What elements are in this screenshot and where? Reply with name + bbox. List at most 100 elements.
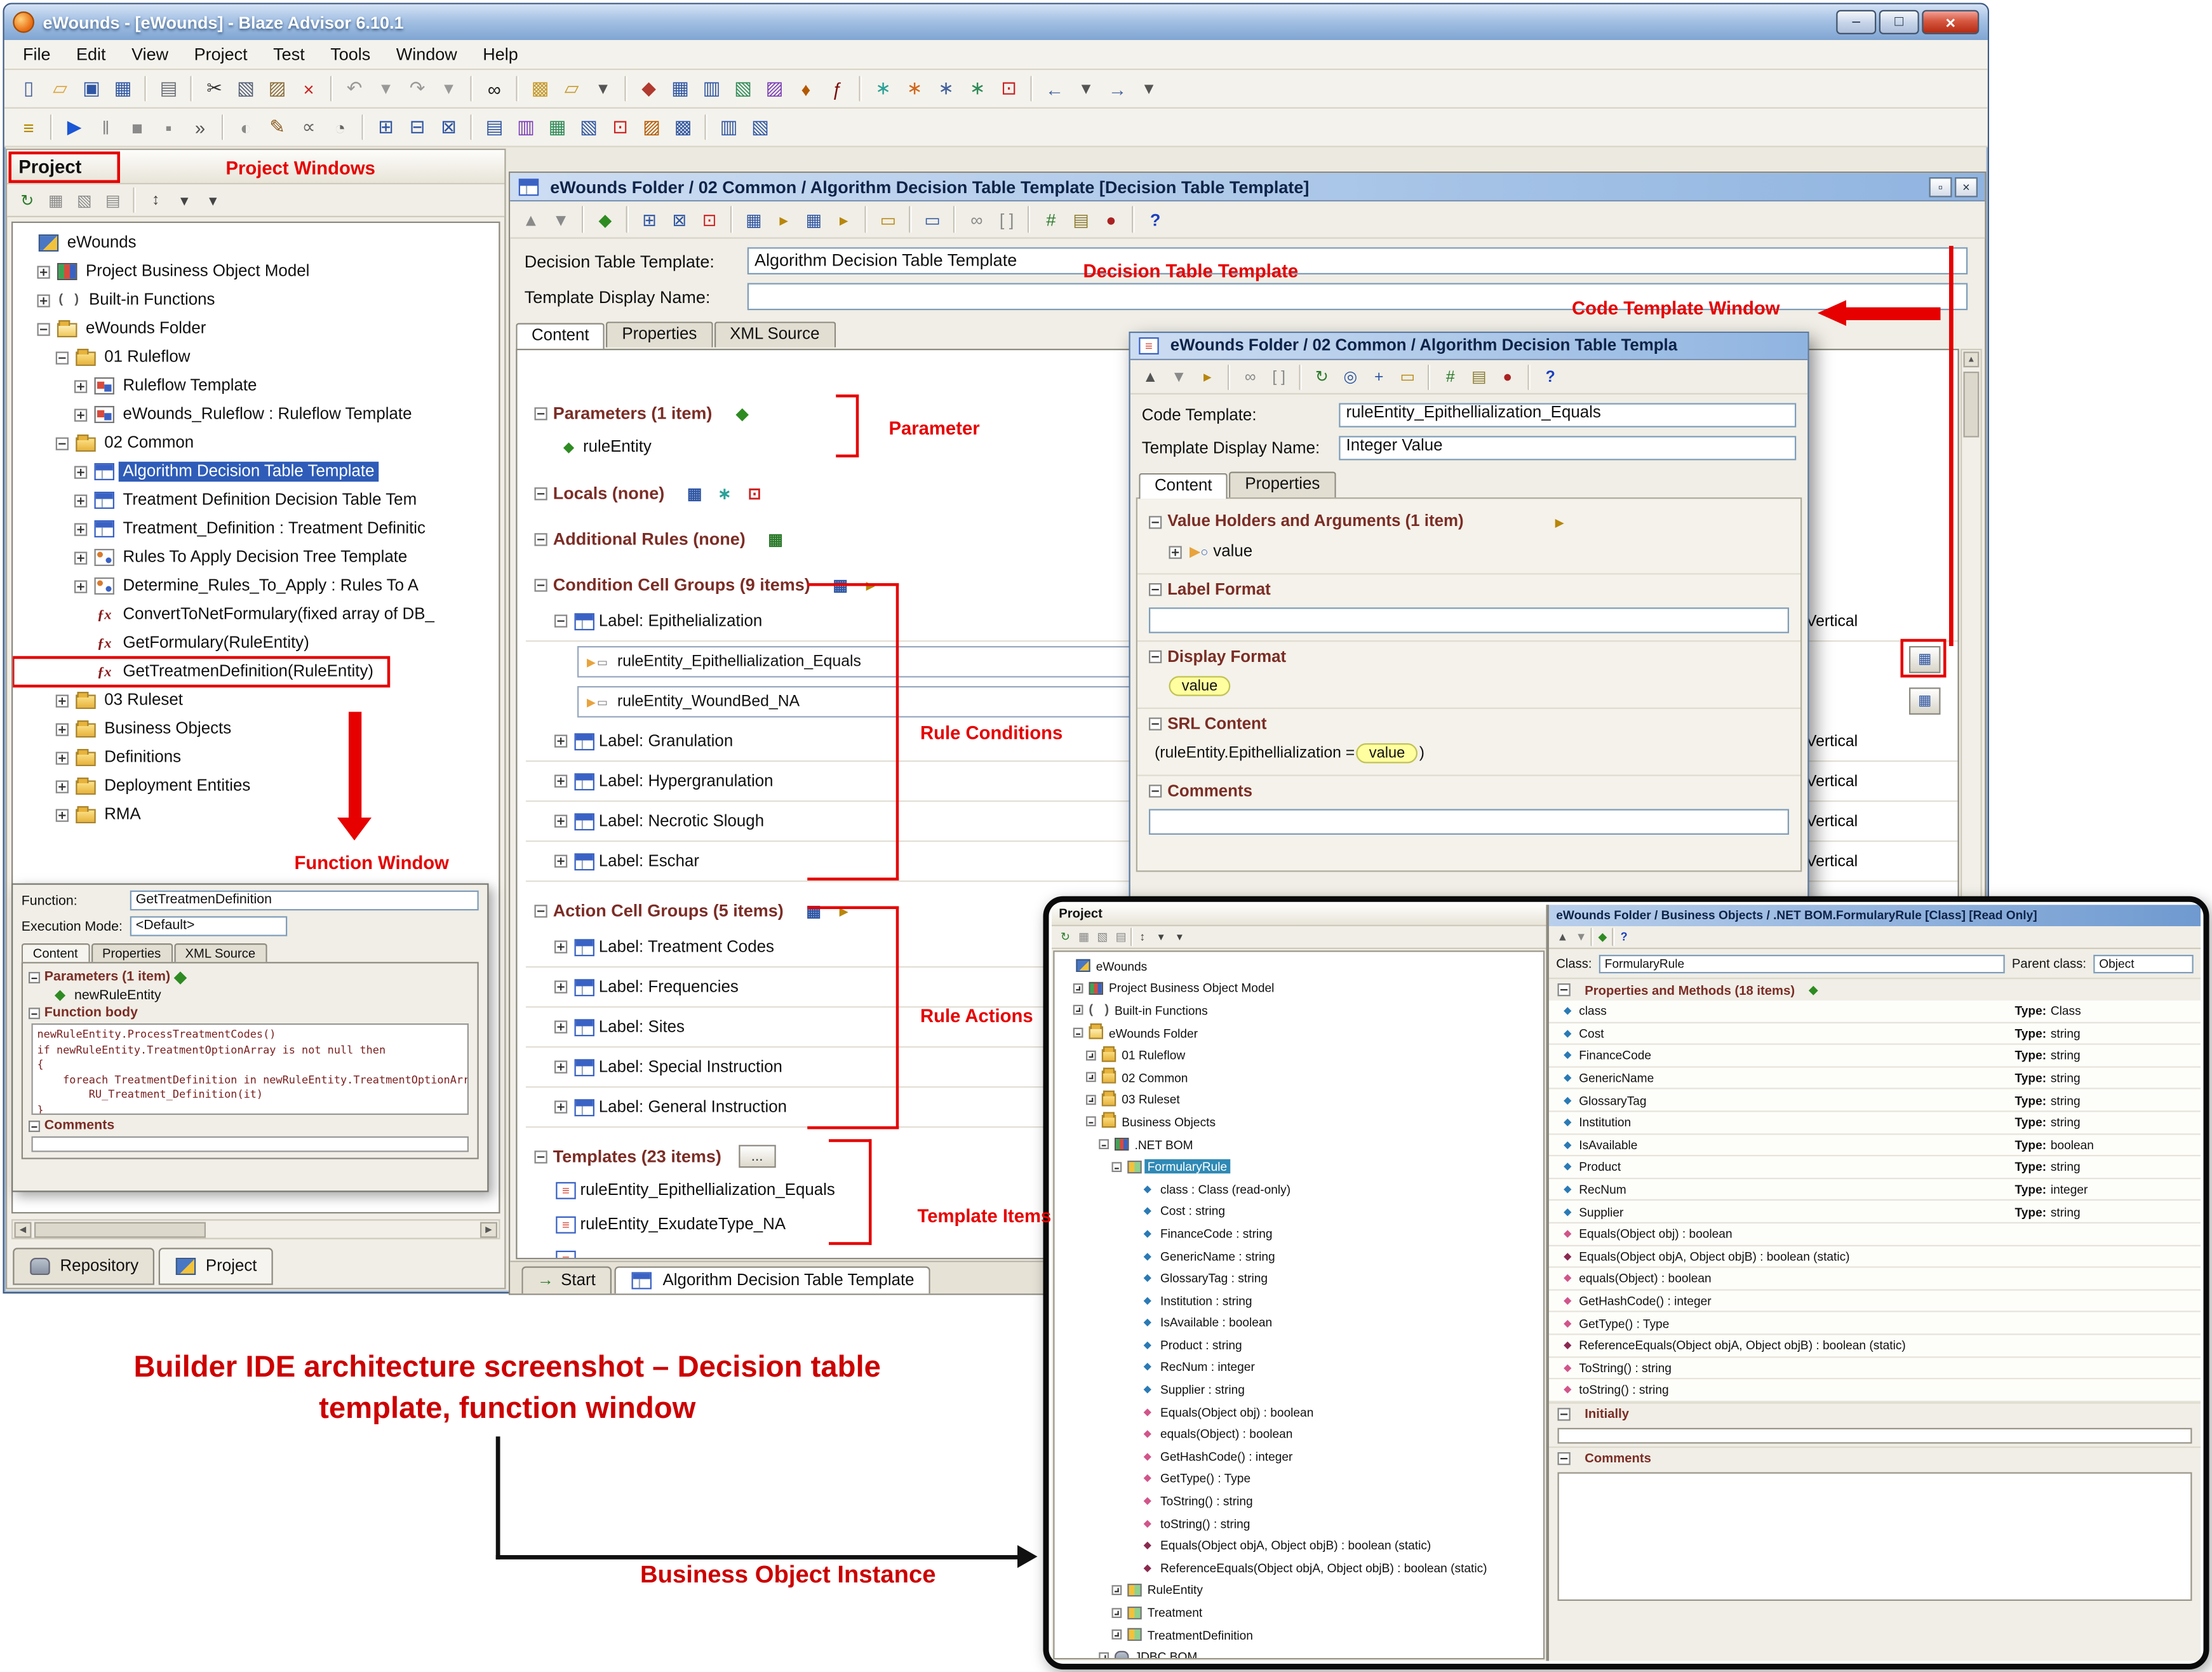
decision-table-doc-tab[interactable]: Algorithm Decision Table Template bbox=[614, 1266, 930, 1294]
tree-item[interactable]: FormularyRule bbox=[1055, 1156, 1239, 1178]
tree-toggle-icon[interactable] bbox=[1099, 1652, 1109, 1658]
add-property-icon[interactable] bbox=[1804, 981, 1824, 999]
tree-item[interactable]: eWounds bbox=[1055, 955, 1159, 977]
dice-icon[interactable] bbox=[744, 485, 765, 502]
document-tab[interactable]: Properties bbox=[606, 321, 713, 347]
function-tab[interactable]: XML Source bbox=[173, 943, 267, 962]
new-project-button[interactable]: ▯ bbox=[15, 74, 43, 103]
bind-button[interactable]: ∝ bbox=[295, 113, 323, 142]
tree-item[interactable]: 03 Ruleset bbox=[13, 686, 198, 715]
link-button[interactable]: ◆ bbox=[634, 74, 663, 103]
move-up-button[interactable]: ▲ bbox=[1137, 364, 1163, 390]
tree-toggle-icon[interactable] bbox=[55, 779, 69, 793]
sort-menu-button[interactable]: ▾ bbox=[171, 187, 198, 213]
parent-class-input[interactable]: Object bbox=[2093, 954, 2194, 973]
deploy-button[interactable]: ≡ bbox=[15, 113, 43, 142]
function-tab[interactable]: Content bbox=[21, 943, 90, 962]
tree-toggle-icon[interactable] bbox=[1111, 1161, 1122, 1172]
notes-button[interactable]: ▤ bbox=[1466, 364, 1492, 390]
sort-button[interactable]: ↕ bbox=[1133, 927, 1151, 946]
collapse-toggle-icon[interactable] bbox=[1149, 515, 1162, 529]
property-row[interactable]: Product Type:string bbox=[1549, 1156, 2201, 1179]
help-button[interactable]: ? bbox=[1142, 206, 1169, 233]
scroll-right-icon[interactable]: ▶ bbox=[480, 1221, 497, 1237]
tree-item[interactable]: .NET BOM bbox=[1055, 1133, 1205, 1156]
minimize-button[interactable] bbox=[1836, 10, 1877, 34]
tree-item[interactable]: ToString() : string bbox=[1055, 1490, 1264, 1512]
property-row[interactable]: equals(Object) : boolean bbox=[1549, 1268, 2201, 1291]
pattern-orange-button[interactable]: ∗ bbox=[901, 74, 929, 103]
open-button[interactable]: ▱ bbox=[46, 74, 74, 103]
window-grid-button[interactable]: ⊟ bbox=[403, 113, 432, 142]
insert-condition-button[interactable]: ▦ bbox=[741, 206, 768, 233]
tree-item[interactable]: 01 Ruleflow bbox=[13, 343, 206, 372]
function-name-input[interactable]: GetTreatmenDefinition bbox=[130, 890, 479, 911]
open-ref-button[interactable]: ▸ bbox=[1195, 364, 1221, 390]
record-button[interactable]: ● bbox=[1097, 206, 1125, 233]
comments-section[interactable]: Comments bbox=[1549, 1446, 2201, 1469]
tree-item[interactable]: Equals(Object obj) : boolean bbox=[1055, 1401, 1325, 1423]
insert-action-menu-button[interactable]: ▸ bbox=[830, 206, 857, 233]
tree-item[interactable]: Definitions bbox=[13, 743, 197, 772]
template-button[interactable]: ▨ bbox=[760, 74, 789, 103]
menu-item[interactable]: Test bbox=[260, 41, 318, 67]
properties-methods-section[interactable]: Properties and Methods (18 items) bbox=[1549, 978, 2201, 1001]
collapse-toggle-icon[interactable] bbox=[1149, 650, 1162, 663]
tree-item[interactable]: 03 Ruleset bbox=[1055, 1089, 1191, 1111]
tree-toggle-icon[interactable] bbox=[1086, 1117, 1096, 1128]
tree-item[interactable]: Rules To Apply Decision Tree Template bbox=[13, 543, 423, 572]
new-folder-button[interactable]: ▱ bbox=[558, 74, 586, 103]
window-find-button[interactable]: ⊠ bbox=[434, 113, 463, 142]
tree-item[interactable]: eWounds Folder bbox=[13, 314, 222, 343]
tree-item[interactable]: GetTreatmenDefinition(RuleEntity) bbox=[13, 656, 391, 688]
tree-item[interactable]: ConvertToNetFormulary(fixed array of DB_ bbox=[13, 600, 450, 629]
document-tab[interactable]: Content bbox=[516, 323, 605, 349]
tree-toggle-icon[interactable] bbox=[1073, 1027, 1083, 1038]
tree-item[interactable]: Treatment Definition Decision Table Tem bbox=[13, 486, 432, 515]
document-tab[interactable]: XML Source bbox=[714, 321, 836, 347]
tree-item[interactable]: IsAvailable : boolean bbox=[1055, 1311, 1284, 1333]
code-template-tab[interactable]: Content bbox=[1139, 473, 1228, 499]
help-button[interactable]: ? bbox=[1538, 364, 1564, 390]
tree-item[interactable]: GetHashCode() : integer bbox=[1055, 1445, 1304, 1467]
property-row[interactable]: GlossaryTag Type:string bbox=[1549, 1089, 2201, 1112]
menu-item[interactable]: File bbox=[10, 41, 64, 67]
value-holder-menu-icon[interactable] bbox=[1550, 513, 1570, 530]
tree-item[interactable]: Treatment_Definition : Treatment Definit… bbox=[13, 515, 441, 543]
tree-item[interactable]: JDBC BOM bbox=[1055, 1646, 1209, 1658]
pause-button[interactable]: ‖ bbox=[91, 113, 120, 142]
pan-button[interactable]: ◐ bbox=[232, 113, 260, 142]
property-row[interactable]: Institution Type:string bbox=[1549, 1112, 2201, 1135]
collapse-toggle-icon[interactable] bbox=[1149, 785, 1162, 798]
menu-item[interactable]: Help bbox=[470, 41, 531, 67]
start-tab[interactable]: Start bbox=[521, 1266, 612, 1294]
tree-item[interactable]: Business Objects bbox=[1055, 1111, 1228, 1133]
move-down-button[interactable]: ▼ bbox=[1166, 364, 1192, 390]
menu-item[interactable]: Window bbox=[383, 41, 470, 67]
collapse-toggle-icon[interactable] bbox=[534, 487, 547, 500]
move-down-button[interactable]: ▼ bbox=[547, 206, 575, 233]
tree-toggle-icon[interactable] bbox=[74, 551, 88, 564]
link-button[interactable]: ∞ bbox=[963, 206, 991, 233]
decision-tree-button[interactable]: ▧ bbox=[729, 74, 758, 103]
tree-item[interactable]: Project Business Object Model bbox=[13, 257, 325, 286]
dice-button[interactable]: ⊡ bbox=[696, 206, 723, 233]
collapse-toggle-icon[interactable] bbox=[29, 1007, 40, 1019]
notes-button[interactable]: ▤ bbox=[1068, 206, 1095, 233]
tree-item[interactable]: Determine_Rules_To_Apply : Rules To A bbox=[13, 572, 434, 600]
help-button[interactable]: ? bbox=[1615, 927, 1633, 946]
display-format-value-pill[interactable]: value bbox=[1169, 676, 1231, 696]
tree-toggle-icon[interactable] bbox=[55, 436, 69, 450]
expand-toggle-icon[interactable] bbox=[1169, 545, 1182, 558]
collapse-toggle-icon[interactable] bbox=[1557, 983, 1571, 997]
tree-toggle-icon[interactable] bbox=[55, 808, 69, 821]
expand-toggle-icon[interactable] bbox=[554, 1100, 568, 1114]
collapse-toggle-icon[interactable] bbox=[534, 904, 547, 917]
menu-item[interactable]: View bbox=[119, 41, 182, 67]
panel-tab[interactable]: Project bbox=[158, 1248, 273, 1285]
property-row[interactable]: ReferenceEquals(Object objA, Object objB… bbox=[1549, 1335, 2201, 1358]
refresh-button[interactable]: ↻ bbox=[1309, 364, 1335, 390]
tree-item[interactable]: Ruleflow Template bbox=[13, 372, 272, 400]
properties-button[interactable]: ▤ bbox=[100, 187, 126, 213]
tree-item[interactable]: 01 Ruleflow bbox=[1055, 1044, 1197, 1066]
